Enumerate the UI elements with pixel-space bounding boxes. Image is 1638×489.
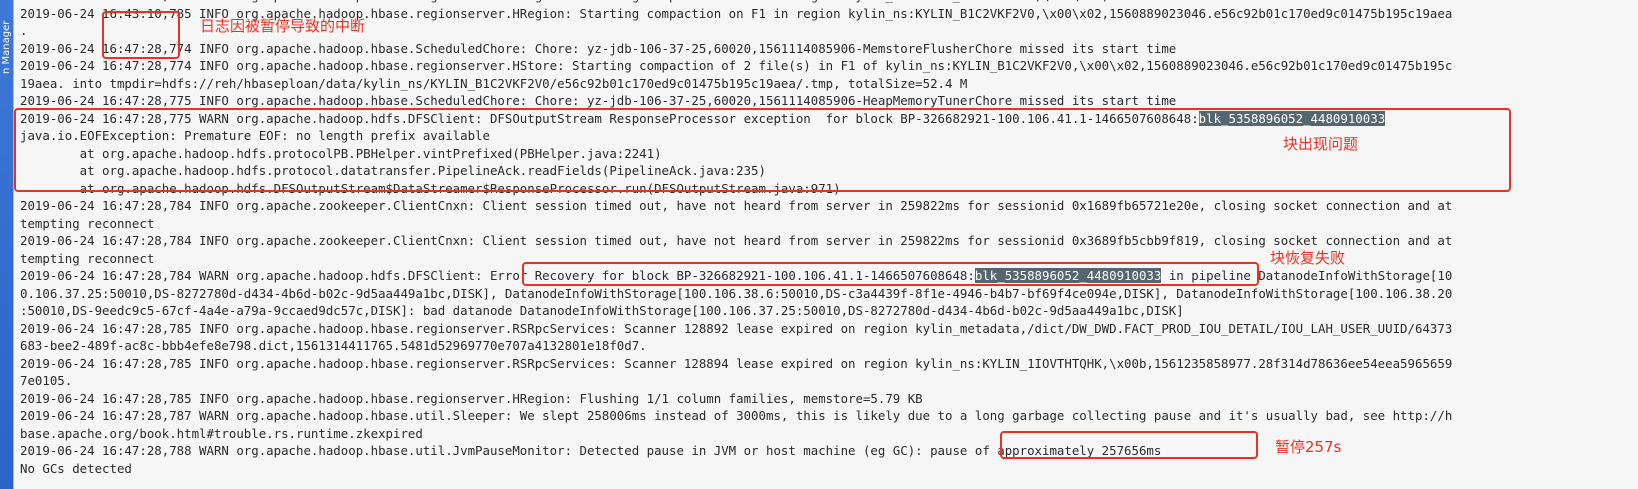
log-line: 2019-06-24 16:47:28,784 INFO org.apache.… [20, 197, 1638, 215]
log-line: 2019-06-24 16:47:28,785 INFO org.apache.… [20, 320, 1638, 338]
log-line: :50010,DS-9eedc9c5-67cf-4a4e-a79a-9ccaed… [20, 302, 1638, 320]
log-pause-timestamp-box [102, 11, 180, 59]
log-line: 2019-06-24 16:43:09,722 INFO org.apache.… [20, 0, 1638, 5]
log-text: No GCs detected [20, 460, 132, 476]
pause-duration-box [1000, 431, 1258, 459]
log-text: 7e0105. [20, 373, 73, 388]
log-text: 2019-06-24 16:47:28,784 INFO org.apache.… [20, 198, 1453, 213]
log-line: 2019-06-24 16:47:28,775 INFO org.apache.… [20, 92, 1638, 110]
log-text: 19aea. into tmpdir=hdfs://reh/hbaseploan… [20, 75, 968, 91]
log-line: 2019-06-24 16:47:28,774 INFO org.apache.… [20, 40, 1638, 58]
log-text: 2019-06-24 16:47:28,775 INFO org.apache.… [20, 93, 1177, 108]
log-line: 19aea. into tmpdir=hdfs://reh/hbaseploan… [20, 75, 1638, 93]
block-recovery-box [522, 262, 1259, 286]
log-text: . [20, 23, 28, 38]
log-text: 2019-06-24 16:47:28,774 INFO org.apache.… [20, 58, 1453, 73]
log-text: 0.106.37.25:50010,DS-8272780d-d434-4b6d-… [20, 285, 1453, 301]
log-text: 2019-06-24 16:47:28,788 WARN org.apache.… [20, 443, 1162, 458]
log-text: tempting reconnect [20, 250, 155, 266]
log-viewer-window: n Manager 2019-06-24 16:43:09,722 INFO o… [0, 0, 1638, 489]
log-text: 2019-06-24 16:47:28,785 INFO org.apache.… [20, 320, 1453, 336]
log-text: 2019-06-24 16:47:28,787 WARN org.apache.… [20, 408, 1453, 423]
block-recovery-failed-note: 块恢复失败 [1270, 249, 1346, 267]
log-line: 683-bee2-489f-ac8c-bbb4efe8e798.dict,156… [20, 337, 1638, 355]
log-line: 2019-06-24 16:47:28,785 INFO org.apache.… [20, 355, 1638, 373]
block-problem-note: 块出现问题 [1283, 135, 1359, 153]
log-text: tempting reconnect [20, 215, 155, 231]
log-line: 2019-06-24 16:47:28,784 INFO org.apache.… [20, 232, 1638, 250]
log-line: tempting reconnect [20, 215, 1638, 233]
log-text: 2019-06-24 16:47:28,774 INFO org.apache.… [20, 40, 1177, 56]
log-line: 2019-06-24 16:47:28,785 INFO org.apache.… [20, 390, 1638, 408]
log-line: 2019-06-24 16:47:28,787 WARN org.apache.… [20, 407, 1638, 425]
log-line: No GCs detected [20, 460, 1638, 478]
log-pause-note: 日志因被暂停导致的中断 [200, 17, 366, 35]
side-panel-tab-label: n Manager [1, 20, 12, 74]
log-line: base.apache.org/book.html#trouble.rs.run… [20, 425, 1638, 443]
log-line: 2019-06-24 16:47:28,774 INFO org.apache.… [20, 57, 1638, 75]
log-line: 0.106.37.25:50010,DS-8272780d-d434-4b6d-… [20, 285, 1638, 303]
side-panel-tab[interactable]: n Manager [0, 0, 14, 489]
log-text: :50010,DS-9eedc9c5-67cf-4a4e-a79a-9ccaed… [20, 303, 1184, 318]
log-text: base.apache.org/book.html#trouble.rs.run… [20, 425, 423, 441]
log-text: 2019-06-24 16:47:28,785 INFO org.apache.… [20, 390, 923, 406]
pause-duration-note: 暂停257s [1275, 438, 1342, 456]
log-text: 2019-06-24 16:47:28,785 INFO org.apache.… [20, 355, 1453, 371]
log-text: 683-bee2-489f-ac8c-bbb4efe8e798.dict,156… [20, 338, 647, 353]
log-line: 2019-06-24 16:47:28,788 WARN org.apache.… [20, 442, 1638, 460]
log-text: 2019-06-24 16:43:09,722 INFO org.apache.… [20, 0, 1452, 3]
log-text: 2019-06-24 16:47:28,784 INFO org.apache.… [20, 233, 1453, 248]
log-text-area[interactable]: 2019-06-24 16:43:09,722 INFO org.apache.… [20, 0, 1638, 477]
log-line: 7e0105. [20, 372, 1638, 390]
